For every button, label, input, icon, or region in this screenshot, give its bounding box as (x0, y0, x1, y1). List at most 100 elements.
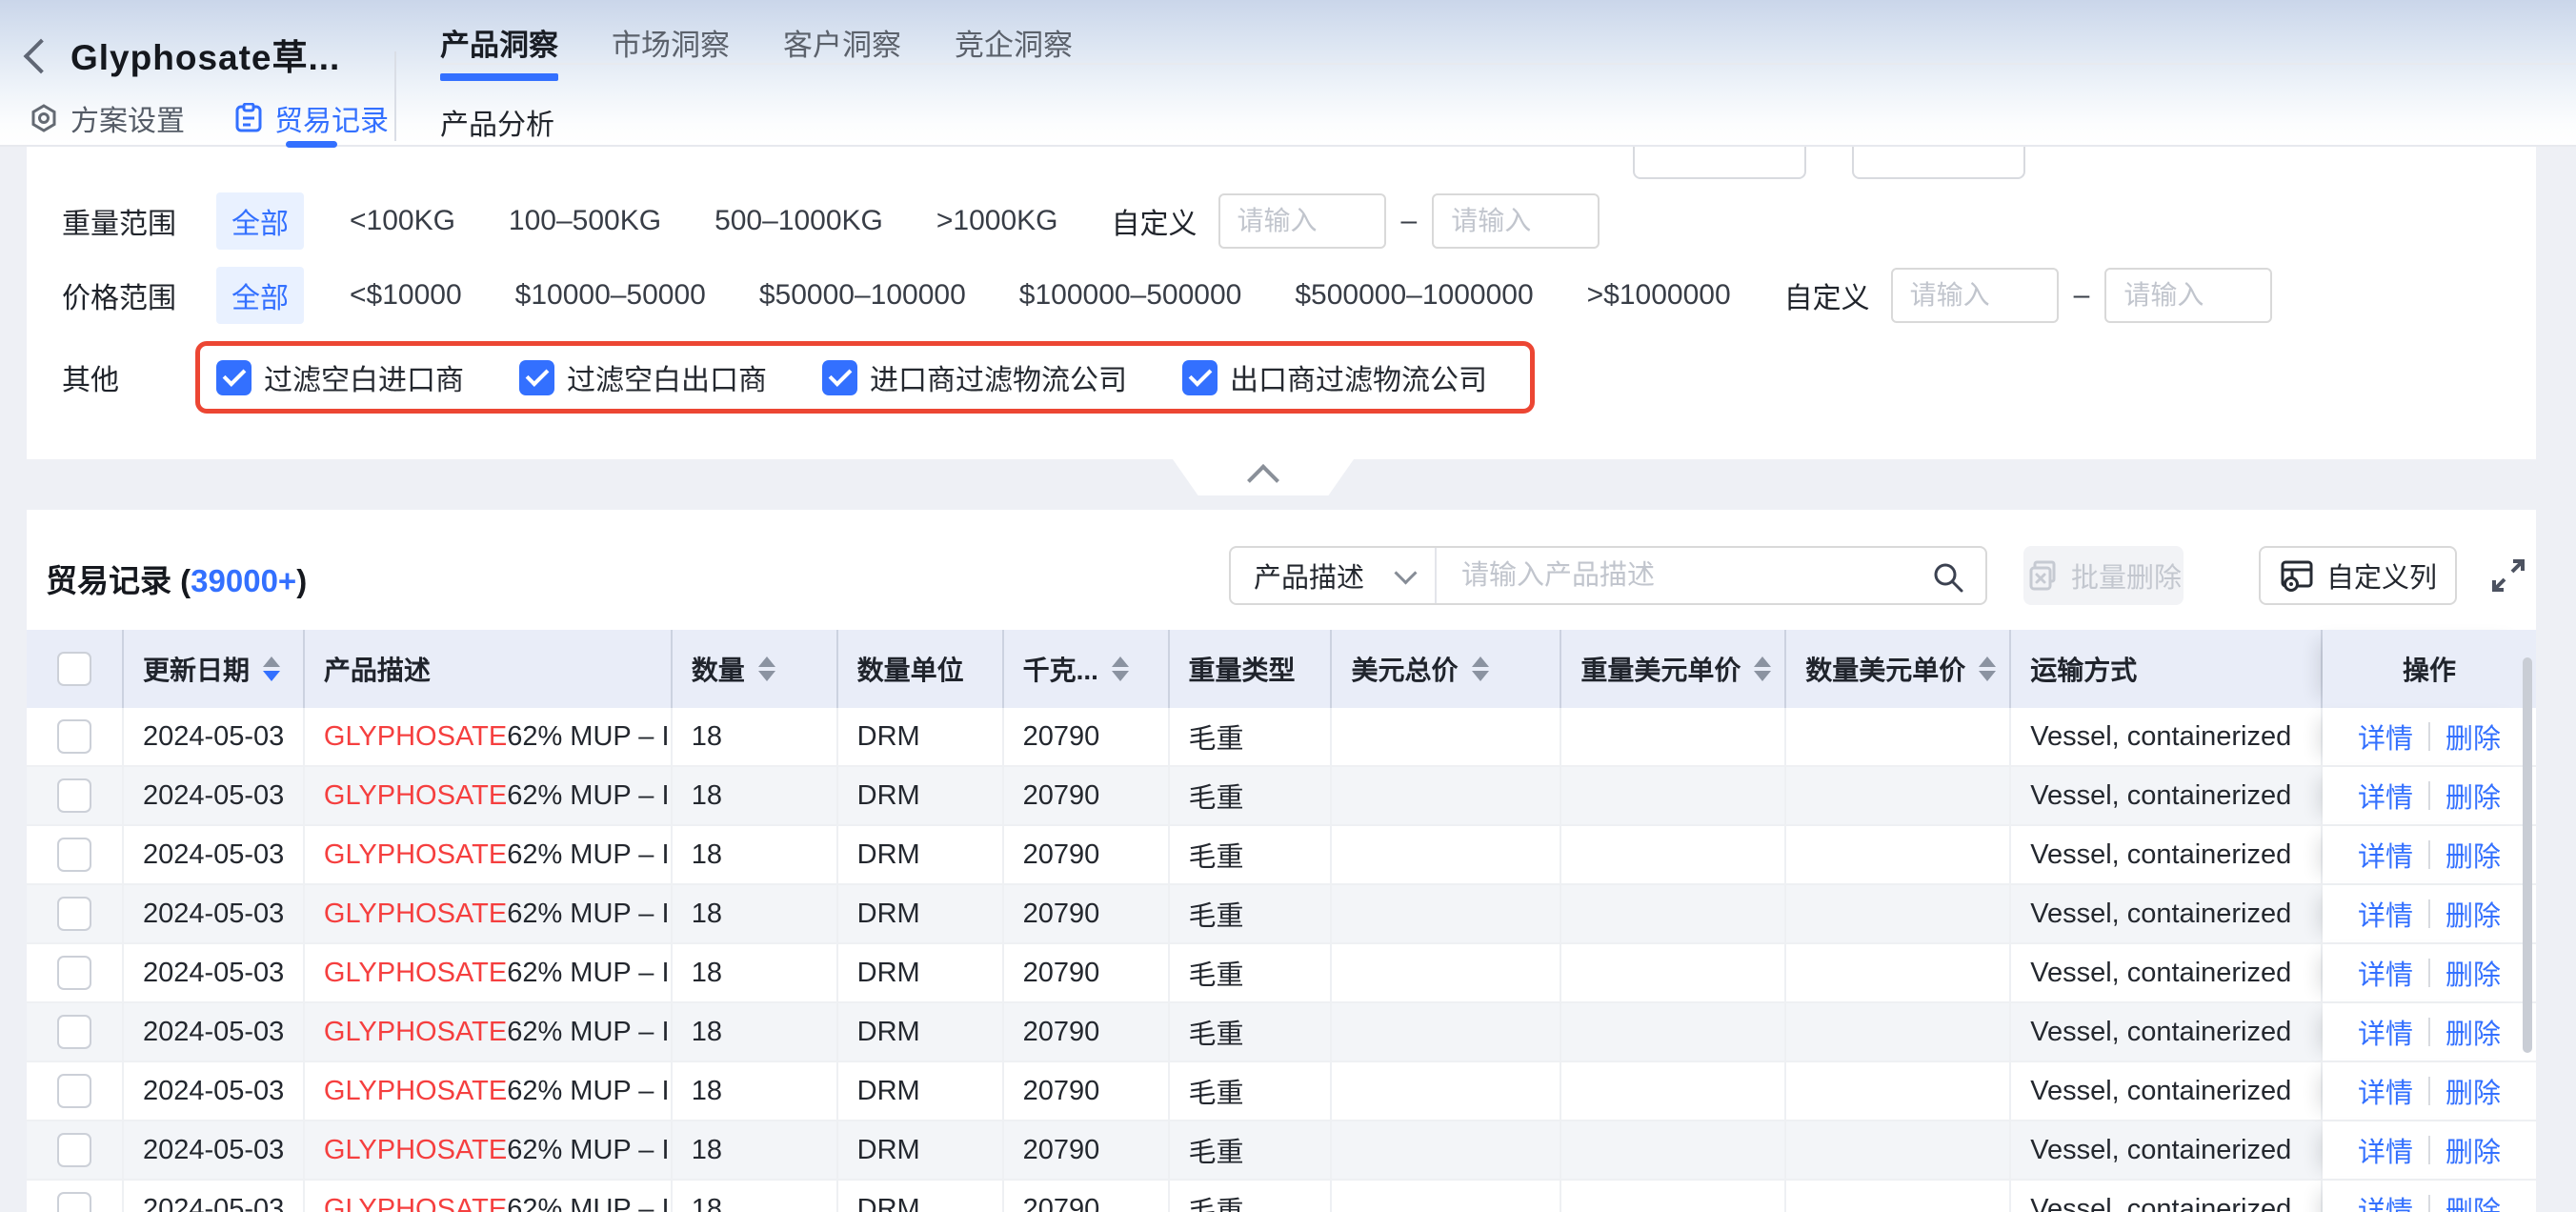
search-field-select[interactable]: 产品描述 (1231, 548, 1437, 603)
detail-link[interactable]: 详情 (2358, 1012, 2413, 1052)
row-checkbox[interactable] (57, 719, 91, 754)
sort-control[interactable] (1979, 656, 1996, 681)
checkbox-checked-icon[interactable] (216, 360, 252, 395)
row-checkbox[interactable] (57, 1192, 91, 1212)
cell-wprice (1561, 708, 1786, 767)
filter-checkbox-item[interactable]: 过滤空白进口商 (216, 356, 464, 398)
filter-row-weight: 重量范围 全部<100KG100–500KG500–1000KG>1000KG … (62, 183, 2517, 259)
weight-min-input[interactable] (1218, 193, 1386, 249)
row-checkbox[interactable] (57, 1015, 91, 1049)
row-checkbox[interactable] (57, 838, 91, 872)
weight-max-input[interactable] (1432, 193, 1600, 249)
delete-link[interactable]: 删除 (2445, 894, 2501, 934)
cell-total (1332, 1121, 1561, 1181)
tab-product-analysis[interactable]: 产品分析 (440, 101, 554, 143)
clipped-range-input[interactable] (1852, 145, 2025, 179)
custom-columns-button[interactable]: 自定义列 (2259, 546, 2457, 605)
cell-value: DRM (857, 899, 920, 930)
price-min-input[interactable] (1891, 268, 2059, 323)
detail-link[interactable]: 详情 (2358, 835, 2413, 875)
select-all-checkbox[interactable] (57, 652, 91, 686)
delete-link[interactable]: 删除 (2445, 1189, 2501, 1212)
sort-control[interactable] (1112, 656, 1129, 681)
clipped-range-input[interactable] (1633, 145, 1806, 179)
detail-link[interactable]: 详情 (2358, 1189, 2413, 1212)
filter-option[interactable]: $50000–100000 (759, 279, 966, 312)
delete-link[interactable]: 删除 (2445, 835, 2501, 875)
delete-link[interactable]: 删除 (2445, 1012, 2501, 1052)
delete-link[interactable]: 删除 (2445, 953, 2501, 993)
filter-option[interactable]: $500000–1000000 (1295, 279, 1533, 312)
filter-option[interactable]: 100–500KG (509, 205, 661, 237)
cell-value: Vessel, containerized (2030, 780, 2291, 812)
column-label: 数量 (692, 650, 745, 688)
row-checkbox[interactable] (57, 1133, 91, 1167)
filter-option-selected[interactable]: 全部 (216, 267, 304, 324)
header-cell-date: 更新日期 (124, 630, 305, 708)
cell-qprice (1786, 1062, 2011, 1121)
back-icon[interactable] (24, 39, 59, 74)
subnav-label: 贸易记录 (274, 97, 389, 139)
search-input[interactable] (1437, 548, 1985, 603)
filter-checkbox-item[interactable]: 过滤空白出口商 (519, 356, 767, 398)
price-max-input[interactable] (2104, 268, 2272, 323)
cell-value: 2024-05-03 (143, 839, 284, 871)
row-checkbox[interactable] (57, 897, 91, 931)
detail-link[interactable]: 详情 (2358, 776, 2413, 816)
filter-checkbox-item[interactable]: 出口商过滤物流公司 (1182, 356, 1487, 398)
filter-option-selected[interactable]: 全部 (216, 192, 304, 250)
sort-control[interactable] (1754, 656, 1771, 681)
filter-option[interactable]: >1000KG (936, 205, 1058, 237)
vertical-scrollbar[interactable] (2523, 657, 2532, 1053)
detail-link[interactable]: 详情 (2358, 953, 2413, 993)
active-tab-underline (440, 73, 558, 81)
subnav-item-trade-records[interactable]: 贸易记录 (234, 97, 389, 139)
app-header: Glyphosate草... 方案设置 贸易记录 产品洞察市场洞察客户洞察竞企洞… (0, 0, 2576, 147)
top-tab[interactable]: 竞企洞察 (955, 15, 1073, 77)
filter-option[interactable]: 500–1000KG (714, 205, 883, 237)
delete-link[interactable]: 删除 (2445, 776, 2501, 816)
collapse-filters-tab[interactable] (1173, 459, 1354, 495)
search-icon[interactable] (1930, 559, 1966, 596)
delete-link[interactable]: 删除 (2445, 717, 2501, 757)
sort-asc-icon (1472, 656, 1489, 667)
filter-option[interactable]: $100000–500000 (1019, 279, 1242, 312)
cell-value: DRM (857, 780, 920, 812)
sort-control[interactable] (1472, 656, 1489, 681)
fullscreen-expand-icon[interactable] (2490, 557, 2526, 594)
header-cell-total: 美元总价 (1332, 630, 1561, 708)
cell-value: 20790 (1023, 1076, 1100, 1107)
detail-link[interactable]: 详情 (2358, 894, 2413, 934)
subnav-item-plan-settings[interactable]: 方案设置 (29, 97, 185, 139)
product-keyword: GLYPHOSATE (324, 958, 507, 989)
cell-wprice (1561, 826, 1786, 885)
checkbox-checked-icon[interactable] (519, 360, 554, 395)
filter-option[interactable]: <100KG (350, 205, 455, 237)
cell-date: 2024-05-03 (124, 708, 305, 767)
detail-link[interactable]: 详情 (2358, 717, 2413, 757)
top-tab[interactable]: 客户洞察 (783, 15, 901, 77)
filter-option[interactable]: $10000–50000 (515, 279, 706, 312)
sort-asc-icon (1112, 656, 1129, 667)
filter-label: 重量范围 (62, 200, 216, 242)
top-tab[interactable]: 产品洞察 (440, 15, 558, 77)
delete-link[interactable]: 删除 (2445, 1071, 2501, 1111)
detail-link[interactable]: 详情 (2358, 1071, 2413, 1111)
batch-delete-button[interactable]: 批量删除 (2023, 546, 2184, 605)
cell-value: 毛重 (1189, 717, 1244, 757)
row-checkbox[interactable] (57, 956, 91, 990)
top-tab[interactable]: 市场洞察 (612, 15, 730, 77)
cell-wprice (1561, 1062, 1786, 1121)
checkbox-checked-icon[interactable] (822, 360, 857, 395)
filter-option[interactable]: <$10000 (350, 279, 462, 312)
delete-link[interactable]: 删除 (2445, 1130, 2501, 1170)
sort-control[interactable] (758, 656, 775, 681)
filter-checkbox-item[interactable]: 进口商过滤物流公司 (822, 356, 1127, 398)
filter-option[interactable]: >$1000000 (1587, 279, 1731, 312)
row-checkbox[interactable] (57, 778, 91, 813)
detail-link[interactable]: 详情 (2358, 1130, 2413, 1170)
header-cell-unit: 数量单位 (838, 630, 1004, 708)
checkbox-checked-icon[interactable] (1182, 360, 1218, 395)
sort-control[interactable] (263, 656, 280, 681)
row-checkbox[interactable] (57, 1074, 91, 1108)
